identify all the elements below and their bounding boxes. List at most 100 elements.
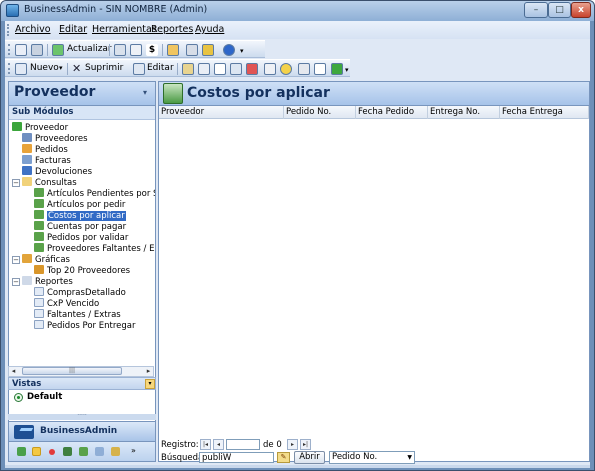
- menu-ayuda[interactable]: Ayuda: [195, 24, 224, 35]
- new-button[interactable]: Nuevo: [30, 63, 59, 73]
- tree-node-cuentas-por-pagar[interactable]: Cuentas por pagar: [34, 221, 126, 232]
- tree-node-top20[interactable]: Top 20 Proveedores: [34, 265, 130, 276]
- more-modules-icon[interactable]: »: [129, 447, 138, 456]
- calculator-icon[interactable]: [114, 44, 126, 56]
- clear-search-icon[interactable]: ✎: [277, 452, 290, 463]
- funnel-icon[interactable]: [314, 63, 326, 75]
- tree-node-reportes[interactable]: − Reportes: [12, 276, 73, 287]
- find-icon[interactable]: [230, 63, 242, 75]
- module-clientes-icon[interactable]: [17, 447, 26, 456]
- columns-icon[interactable]: [264, 63, 276, 75]
- tree-node-pedidos-por-entregar[interactable]: Pedidos Por Entregar: [34, 320, 135, 331]
- module-reports-icon[interactable]: [111, 447, 120, 456]
- refresh-icon[interactable]: [52, 44, 64, 56]
- title-bar[interactable]: BusinessAdmin - SIN NOMBRE (Admin) – □ x: [1, 1, 594, 21]
- close-button[interactable]: x: [571, 2, 591, 18]
- module-ventas-icon[interactable]: [79, 447, 88, 456]
- tree-node-consultas[interactable]: − Consultas: [12, 177, 77, 188]
- delete-icon[interactable]: ✕: [72, 63, 84, 75]
- module-config-icon[interactable]: [95, 447, 104, 456]
- print-preview-icon[interactable]: [15, 44, 27, 56]
- chevron-down-icon[interactable]: ▾: [345, 67, 350, 74]
- tree-node-devoluciones[interactable]: Devoluciones: [22, 166, 92, 177]
- tree-node-graficas[interactable]: − Gráficas: [12, 254, 70, 265]
- last-record-icon[interactable]: ▸|: [300, 439, 311, 450]
- vista-default-option[interactable]: Default: [8, 390, 156, 406]
- tree-node-facturas[interactable]: Facturas: [22, 155, 71, 166]
- sort-az-icon[interactable]: [214, 63, 226, 75]
- menu-archivo[interactable]: Archivo: [15, 24, 51, 35]
- chevron-down-icon[interactable]: ▾: [59, 65, 64, 72]
- tree-node-pedidos-por-validar[interactable]: Pedidos por validar: [34, 232, 128, 243]
- column-header-fecha-pedido[interactable]: Fecha Pedido: [356, 106, 428, 119]
- collapse-icon[interactable]: −: [12, 278, 20, 286]
- tree-node-compras-detallado[interactable]: ComprasDetallado: [34, 287, 126, 298]
- delete-button[interactable]: Suprimir: [85, 63, 123, 73]
- tree-node-proveedor[interactable]: Proveedor: [12, 122, 68, 133]
- collapse-icon[interactable]: −: [12, 179, 20, 187]
- next-record-icon[interactable]: ▸: [287, 439, 298, 450]
- tree-node-costos-por-aplicar[interactable]: Costos por aplicar: [34, 210, 126, 221]
- menu-herramientas[interactable]: Herramientas: [92, 24, 157, 35]
- vistas-label: Vistas: [12, 379, 42, 389]
- tree-node-cxp-vencido[interactable]: CxP Vencido: [34, 298, 99, 309]
- tree-node-proveedores-faltantes[interactable]: Proveedores Faltantes / Ex: [34, 243, 155, 254]
- excel-icon[interactable]: [331, 63, 343, 75]
- grid-settings-icon[interactable]: [298, 63, 310, 75]
- module-button-businessadmin[interactable]: BusinessAdmin: [8, 421, 156, 442]
- tree-node-articulos-pendientes[interactable]: Artículos Pendientes por S: [34, 188, 155, 199]
- column-header-entrega-no[interactable]: Entrega No.: [428, 106, 500, 119]
- scroll-right-icon[interactable]: ▸: [143, 366, 154, 377]
- tree-node-pedidos[interactable]: Pedidos: [22, 144, 68, 155]
- menu-reportes[interactable]: Reportes: [151, 24, 193, 35]
- content-header: Costos por aplicar: [159, 82, 589, 106]
- smiley-icon[interactable]: [280, 63, 292, 75]
- menu-editar[interactable]: Editar: [59, 24, 87, 35]
- chevron-down-icon[interactable]: ▾: [240, 48, 245, 55]
- column-header-proveedor[interactable]: Proveedor: [159, 106, 284, 119]
- toolbar-separator: [177, 63, 178, 75]
- pane-splitter[interactable]: ·····: [8, 413, 156, 420]
- column-header-fecha-entrega[interactable]: Fecha Entrega: [500, 106, 589, 119]
- tree-horizontal-scrollbar[interactable]: ◂ ||| ▸: [8, 366, 154, 377]
- folder-icon[interactable]: [167, 44, 179, 56]
- vistas-header[interactable]: Vistas ▾: [8, 377, 156, 390]
- record-position-input[interactable]: [226, 439, 260, 450]
- collapse-icon[interactable]: ▾: [145, 379, 155, 389]
- collapse-icon[interactable]: −: [12, 256, 20, 264]
- module-alert-icon[interactable]: [49, 449, 55, 455]
- search-input[interactable]: publiW: [199, 452, 274, 463]
- info-icon[interactable]: [223, 44, 235, 56]
- report-folder-icon: [22, 276, 32, 285]
- module-proveedor-icon[interactable]: [32, 447, 41, 456]
- radio-selected-icon[interactable]: [14, 393, 23, 402]
- tree-node-proveedores[interactable]: Proveedores: [22, 133, 88, 144]
- return-icon: [22, 166, 32, 175]
- print-icon[interactable]: [31, 44, 43, 56]
- new-icon[interactable]: [15, 63, 27, 75]
- first-record-icon[interactable]: |◂: [200, 439, 211, 450]
- scroll-left-icon[interactable]: ◂: [8, 366, 19, 377]
- currency-icon[interactable]: $: [146, 44, 158, 56]
- tools-icon[interactable]: [186, 44, 198, 56]
- edit-button[interactable]: Editar: [147, 63, 174, 73]
- search-field-select[interactable]: Pedido No. ▼: [329, 451, 415, 464]
- tree-node-faltantes-extras[interactable]: Faltantes / Extras: [34, 309, 121, 320]
- minimize-button[interactable]: –: [524, 2, 548, 18]
- prev-record-icon[interactable]: ◂: [213, 439, 224, 450]
- edit-icon[interactable]: [133, 63, 145, 75]
- tree-node-articulos-por-pedir[interactable]: Artículos por pedir: [34, 199, 125, 210]
- maximize-button[interactable]: □: [548, 2, 571, 18]
- document-icon[interactable]: [130, 44, 142, 56]
- lock-icon[interactable]: [202, 44, 214, 56]
- open-button[interactable]: Abrir: [294, 451, 325, 464]
- module-dropdown-icon[interactable]: ▾: [143, 88, 147, 97]
- scrollbar-thumb[interactable]: |||: [22, 367, 122, 375]
- businessadmin-logo-icon: [14, 425, 34, 439]
- refresh-button[interactable]: Actualizar: [67, 44, 112, 54]
- filter-folder-icon[interactable]: [182, 63, 194, 75]
- remove-icon[interactable]: [246, 63, 258, 75]
- column-header-pedido-no[interactable]: Pedido No.: [284, 106, 356, 119]
- indent-icon[interactable]: [198, 63, 210, 75]
- module-inventario-icon[interactable]: [63, 447, 72, 456]
